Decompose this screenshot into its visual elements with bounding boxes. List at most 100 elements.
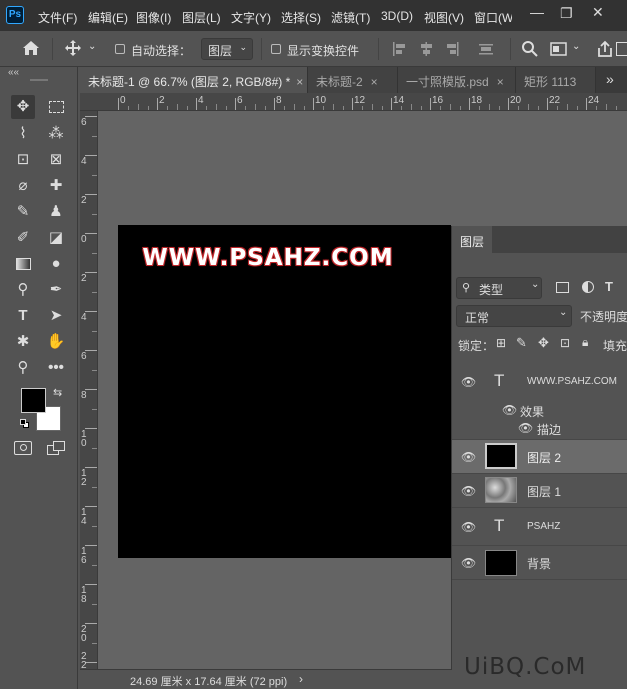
layer-row-text[interactable]: 👁︎ T WWW.PSAHZ.COM 👁︎ 效果 👁︎ 描边 [452, 363, 627, 440]
ruler-label: 0 [81, 234, 87, 245]
move-tool-icon[interactable] [64, 39, 82, 57]
show-transform-checkbox[interactable] [271, 44, 281, 54]
eye-icon[interactable]: 👁︎ [461, 375, 476, 389]
layer-name[interactable]: WWW.PSAHZ.COM [527, 376, 617, 387]
tab-document-2[interactable]: 未标题-2 × [308, 67, 398, 93]
blur-tool-icon[interactable]: ● [44, 252, 68, 276]
layer-name[interactable]: 图层 1 [527, 483, 561, 500]
zoom-tool-icon[interactable]: ⚲ [11, 356, 35, 380]
layer-row-background[interactable]: 👁︎ 背景 [452, 546, 627, 580]
menu-edit[interactable]: 编辑(E) [88, 9, 128, 26]
shape-tool-icon[interactable]: ✱ [11, 330, 35, 354]
photoshop-logo-icon[interactable]: Ps [6, 6, 24, 24]
filter-adjustment-icon[interactable] [582, 281, 594, 293]
menu-image[interactable]: 图像(I) [136, 9, 171, 26]
magic-wand-tool-icon[interactable]: ⁂ [44, 122, 68, 146]
panel-icon[interactable] [616, 42, 627, 56]
close-tab-icon[interactable]: × [371, 75, 378, 89]
tabs-overflow-icon[interactable]: » [606, 71, 614, 87]
layer-name[interactable]: 背景 [527, 555, 551, 572]
pen-tool-icon[interactable]: ✒ [44, 278, 68, 302]
lock-position-icon[interactable]: ✥ [538, 335, 549, 351]
chevron-down-icon[interactable]: ⌄ [88, 41, 96, 52]
menu-select[interactable]: 选择(S) [281, 9, 321, 26]
screen-mode-icon[interactable] [47, 441, 67, 455]
layer-filter-dropdown[interactable]: ⚲ 类型 ⌄ [456, 277, 542, 299]
chevron-down-icon[interactable]: ⌄ [572, 41, 580, 52]
type-tool-icon[interactable]: T [11, 304, 35, 328]
align-left-icon[interactable] [392, 41, 408, 57]
collapse-toolbar-icon[interactable]: «« [8, 67, 19, 78]
eye-icon[interactable]: 👁︎ [461, 520, 476, 534]
auto-select-checkbox[interactable] [115, 44, 125, 54]
lock-artboard-icon[interactable]: ⊡ [560, 336, 570, 350]
document-canvas[interactable]: WWW.PSAHZ.COM [118, 225, 451, 558]
move-tool-icon[interactable]: ✥ [11, 95, 35, 119]
dodge-tool-icon[interactable]: ⚲ [11, 278, 35, 302]
foreground-color-swatch[interactable] [21, 388, 46, 413]
filter-type-icon[interactable]: T [605, 279, 613, 294]
gradient-tool-icon[interactable] [11, 252, 35, 276]
layer-name[interactable]: PSAHZ [527, 521, 560, 532]
search-icon[interactable] [521, 40, 539, 58]
workspace-icon[interactable] [550, 41, 568, 57]
close-icon[interactable]: ✕ [592, 4, 604, 21]
eye-icon[interactable]: 👁︎ [502, 403, 517, 417]
lasso-tool-icon[interactable]: ⌇ [11, 122, 35, 146]
menu-file[interactable]: 文件(F) [38, 9, 77, 26]
stamp-tool-icon[interactable]: ♟ [44, 200, 68, 224]
menu-layer[interactable]: 图层(L) [182, 9, 221, 26]
menu-view[interactable]: 视图(V) [424, 9, 464, 26]
eye-icon[interactable]: 👁︎ [461, 450, 476, 464]
hand-tool-icon[interactable]: ✋ [44, 330, 68, 354]
filter-pixel-icon[interactable] [556, 282, 569, 293]
tab-document-1[interactable]: 未标题-1 @ 66.7% (图层 2, RGB/8#) * × [80, 67, 308, 93]
opacity-label: 不透明度 [580, 310, 627, 324]
distribute-icon[interactable] [478, 41, 494, 57]
eye-icon[interactable]: 👁︎ [461, 556, 476, 570]
align-right-icon[interactable] [444, 41, 460, 57]
menu-3d[interactable]: 3D(D) [381, 9, 413, 23]
path-selection-tool-icon[interactable]: ➤ [44, 304, 68, 328]
align-center-icon[interactable] [418, 41, 434, 57]
lock-all-icon[interactable]: 🔒︎ [582, 335, 588, 350]
more-tools-icon[interactable]: ••• [44, 356, 68, 380]
layer-row-layer1[interactable]: 👁︎ 图层 1 [452, 474, 627, 508]
auto-select-dropdown[interactable]: 图层 ⌄ [201, 38, 253, 60]
tab-document-4[interactable]: 矩形 1113 [516, 67, 596, 93]
lock-image-icon[interactable]: ✎ [516, 335, 527, 351]
swap-colors-icon[interactable]: ⇆ [53, 386, 62, 399]
menu-filter[interactable]: 滤镜(T) [331, 9, 370, 26]
healing-brush-tool-icon[interactable]: ✚ [44, 174, 68, 198]
history-brush-tool-icon[interactable]: ✐ [11, 226, 35, 250]
marquee-tool-icon[interactable] [44, 95, 68, 119]
blend-mode-dropdown[interactable]: 正常 ⌄ [456, 305, 572, 327]
tab-layers[interactable]: 图层 [452, 226, 492, 253]
quick-mask-icon[interactable] [14, 441, 32, 455]
close-tab-icon[interactable]: × [497, 75, 504, 89]
eyedropper-tool-icon[interactable]: ⌀ [11, 174, 35, 198]
status-menu-arrow-icon[interactable]: › [299, 672, 303, 686]
menu-window[interactable]: 窗口(W [474, 9, 512, 26]
frame-tool-icon[interactable]: ⊠ [44, 148, 68, 172]
tab-document-3[interactable]: 一寸照模版.psd × [398, 67, 516, 93]
lock-transparent-icon[interactable]: ⊞ [496, 336, 506, 350]
eye-icon[interactable]: 👁︎ [518, 421, 533, 435]
home-icon[interactable] [22, 40, 40, 56]
effects-label[interactable]: 效果 [520, 403, 544, 420]
restore-icon[interactable]: ❐ [560, 5, 573, 22]
share-icon[interactable] [596, 40, 614, 58]
eye-icon[interactable]: 👁︎ [461, 484, 476, 498]
crop-tool-icon[interactable]: ⊡ [11, 148, 35, 172]
layer-row-layer2[interactable]: 👁︎ 图层 2 [452, 440, 627, 474]
layer-row-psahz[interactable]: 👁︎ T PSAHZ [452, 508, 627, 546]
brush-tool-icon[interactable]: ✎ [11, 200, 35, 224]
minimize-icon[interactable]: — [530, 4, 544, 20]
stroke-effect-label[interactable]: 描边 [537, 421, 561, 438]
close-tab-icon[interactable]: × [296, 75, 303, 89]
menu-type[interactable]: 文字(Y) [231, 9, 271, 26]
auto-select-label: 自动选择： [131, 44, 192, 58]
layer-name[interactable]: 图层 2 [527, 449, 561, 466]
eraser-tool-icon[interactable]: ◪ [44, 226, 68, 250]
default-colors-icon[interactable] [20, 419, 30, 429]
